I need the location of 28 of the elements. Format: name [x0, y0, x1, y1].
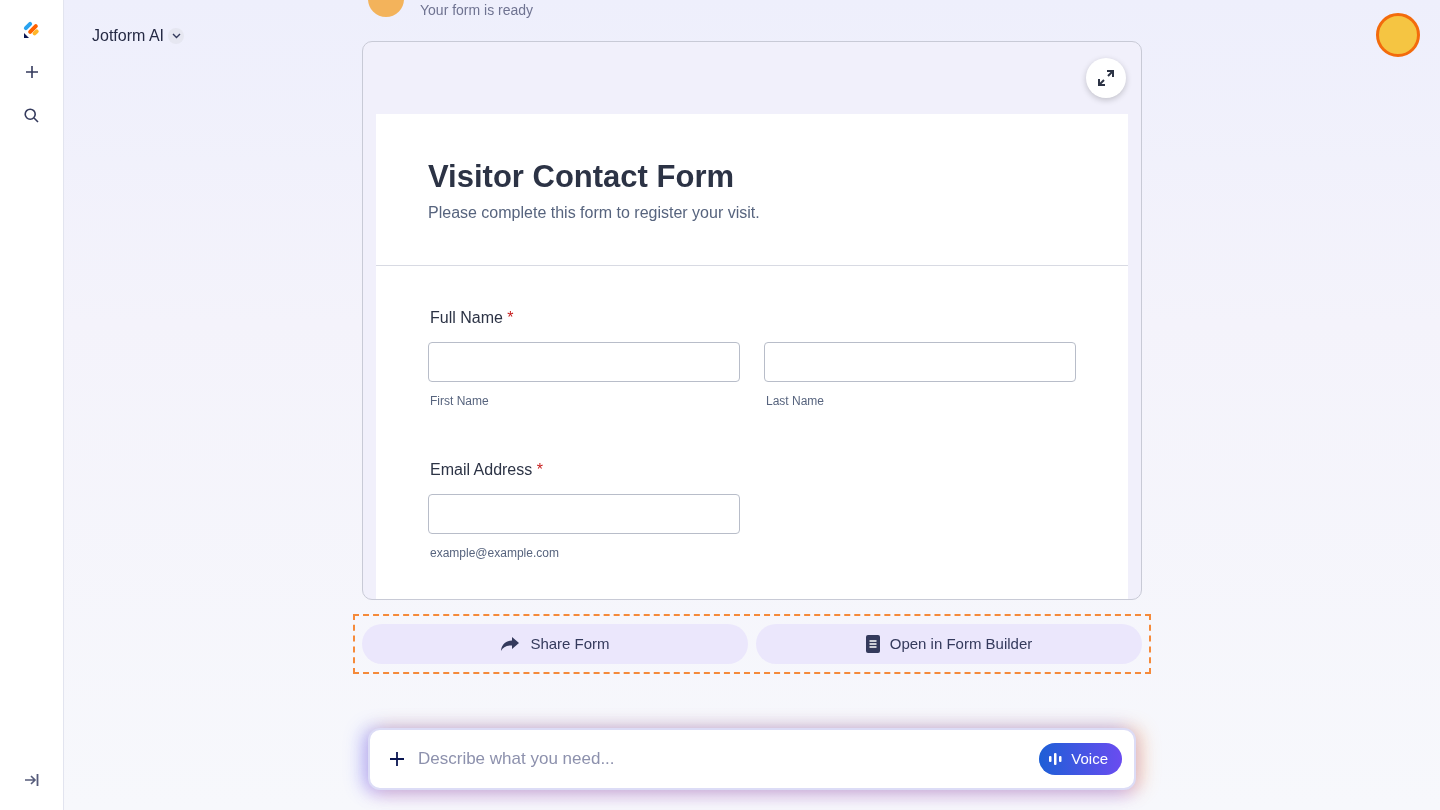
field-sublabel: First Name [430, 393, 490, 410]
text-input[interactable] [428, 342, 740, 382]
form-subtitle: Please complete this form to register your visit. [428, 203, 761, 224]
prompt-field[interactable]: Describe what you need... Voice [368, 728, 1136, 790]
caret-icon[interactable] [168, 28, 185, 44]
field-label: Email Address * [430, 460, 544, 480]
expand-sidebar-icon[interactable] [24, 773, 39, 787]
search-icon[interactable] [24, 108, 39, 123]
app-logo-icon[interactable] [22, 21, 41, 39]
field-label: Full Name * [430, 308, 515, 328]
form-title: Visitor Contact Form [428, 158, 736, 196]
expand-button[interactable] [1086, 58, 1126, 98]
text-input[interactable] [764, 342, 1076, 382]
add-icon[interactable] [390, 752, 404, 766]
audio-bars-icon [1049, 752, 1064, 766]
expand-icon [1097, 69, 1115, 87]
new-chat-icon[interactable] [24, 65, 39, 79]
share-arrow-icon [500, 636, 521, 652]
text-input[interactable] [428, 494, 740, 534]
document-icon [865, 635, 880, 653]
app-menu-label[interactable]: Jotform AI [92, 24, 165, 48]
user-avatar[interactable] [1376, 13, 1420, 57]
open-builder-button[interactable]: Open in Form Builder [756, 624, 1142, 664]
field-sublabel: example@example.com [430, 545, 560, 562]
voice-button[interactable]: Voice [1039, 743, 1122, 775]
field-sublabel: Last Name [766, 393, 826, 410]
share-button[interactable]: Share Form [362, 624, 748, 664]
chat-message: Your form is ready [420, 1, 534, 20]
